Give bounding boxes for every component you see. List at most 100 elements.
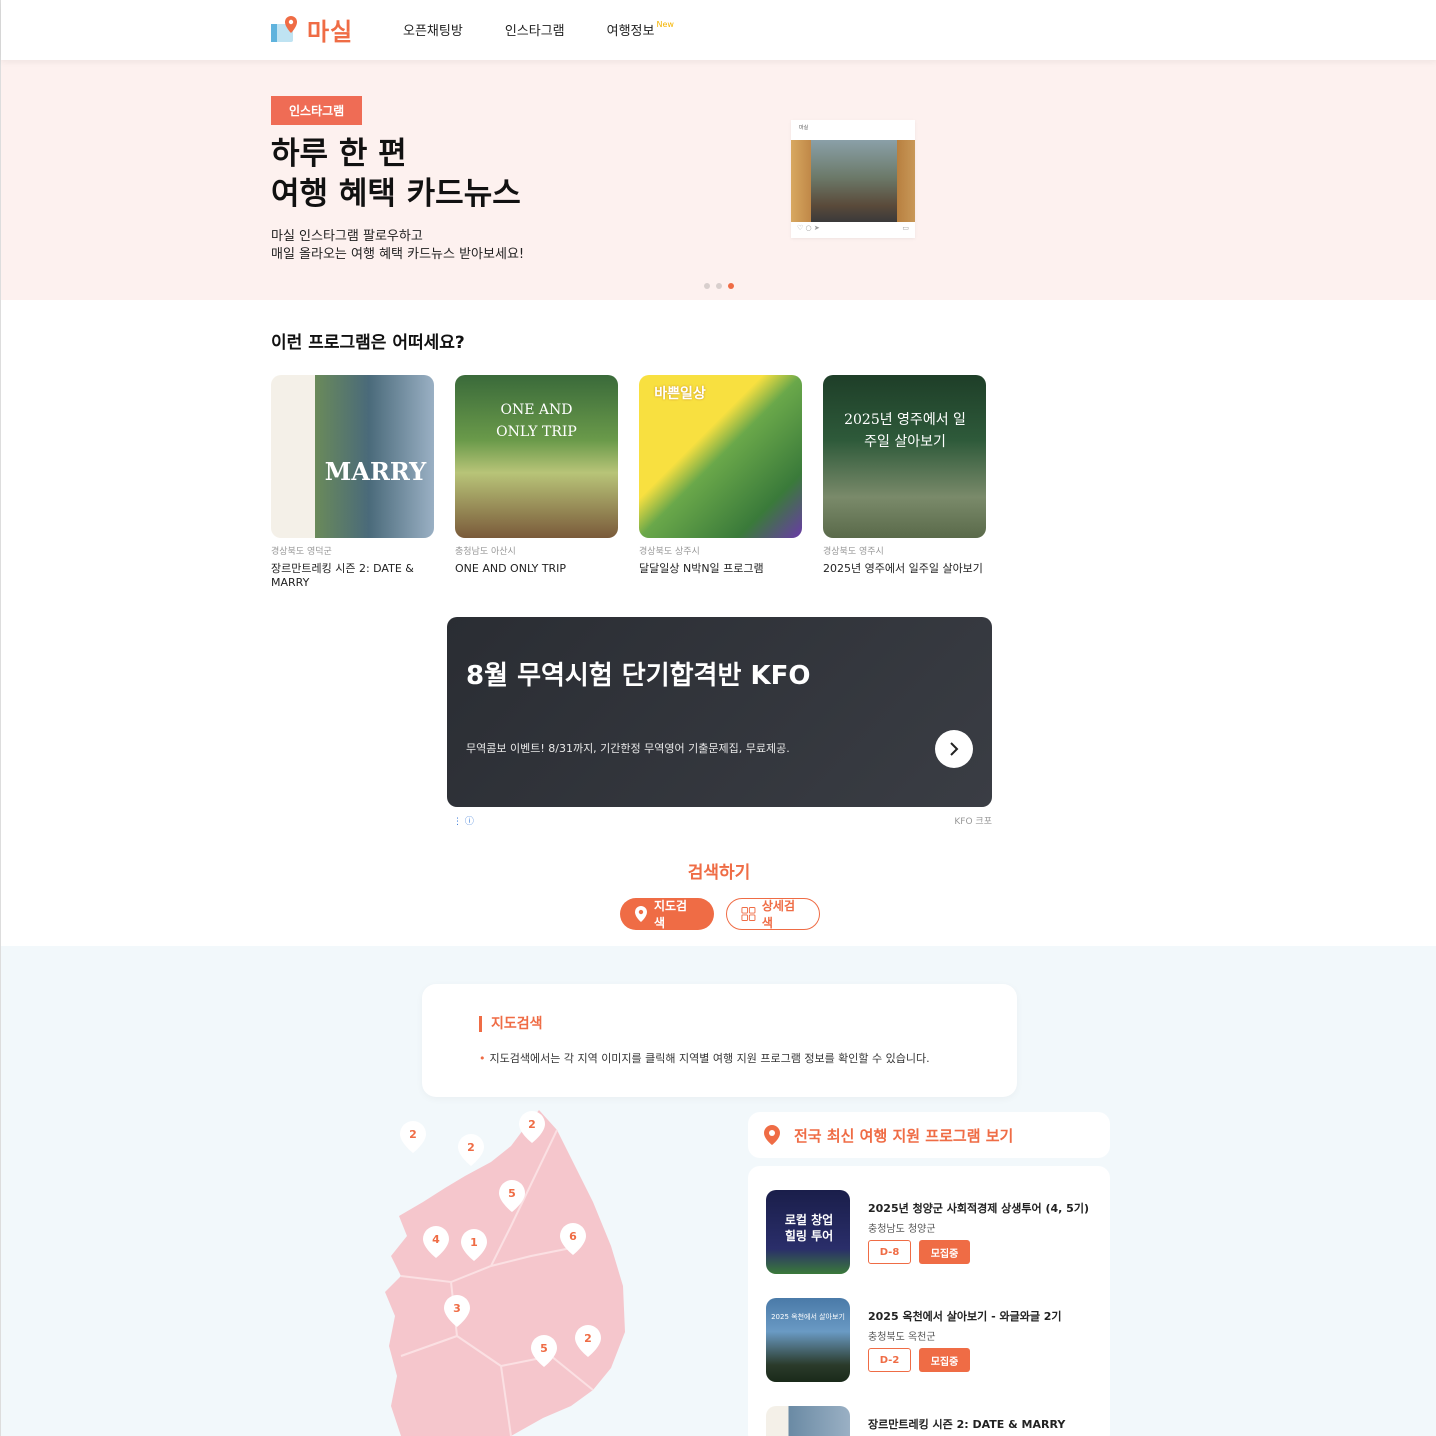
region-pin[interactable]: 2 xyxy=(518,1110,546,1144)
region-pin-count: 6 xyxy=(569,1230,577,1243)
region-pin[interactable]: 5 xyxy=(530,1334,558,1368)
carousel-dot[interactable] xyxy=(716,283,722,289)
carousel-dot[interactable] xyxy=(704,283,710,289)
program-name: 2025년 영주에서 일주일 살아보기 xyxy=(823,562,983,575)
carousel-dot-active[interactable] xyxy=(728,283,734,289)
program-image-text: 2025년 영주에서 일주일 살아보기 xyxy=(844,412,966,450)
nav-travel-info-label: 여행정보 xyxy=(606,24,655,39)
send-icon: ➤ xyxy=(813,224,820,232)
region-pin-count: 4 xyxy=(432,1233,440,1246)
latest-programs-title: 전국 최신 여행 지원 프로그램 보기 xyxy=(794,1126,1014,1145)
post-header: 마실 xyxy=(791,120,915,140)
comment-icon: ○ xyxy=(805,224,812,232)
program-image: 바쁜일상 xyxy=(639,375,802,538)
list-item-image xyxy=(766,1406,850,1436)
region-pin-count: 2 xyxy=(584,1332,592,1345)
program-card[interactable]: 2025년 영주에서 일주일 살아보기 경상북도 영주시 2025년 영주에서 … xyxy=(823,375,986,590)
region-pin[interactable]: 3 xyxy=(443,1294,471,1328)
post-account: 마실 xyxy=(799,125,809,131)
hero-tag: 인스타그램 xyxy=(271,96,363,125)
tab-map-search[interactable]: 지도검색 xyxy=(620,898,714,930)
program-card[interactable]: 바쁜일상 경상북도 상주시 달달일상 N박N일 프로그램 xyxy=(639,375,802,590)
ad-info-icon[interactable]: ⋮ ⓘ xyxy=(453,814,474,827)
nav-travel-info[interactable]: 여행정보 New xyxy=(607,20,674,39)
map-pin-icon xyxy=(634,906,647,922)
nav-instagram[interactable]: 인스타그램 xyxy=(505,20,565,39)
main-nav: 오픈채팅방 인스타그램 여행정보 New xyxy=(403,20,674,39)
map-info-title: 지도검색 xyxy=(479,1016,543,1032)
instagram-post-preview: 마실 ♡ ○ ➤ ▭ xyxy=(791,120,915,238)
program-image-text: MARRY xyxy=(324,457,427,486)
search-title: 검색하기 xyxy=(687,863,751,883)
ad-next-button[interactable] xyxy=(935,730,973,768)
program-image: 2025년 영주에서 일주일 살아보기 xyxy=(823,375,986,538)
program-card[interactable]: MARRY 경상북도 영덕군 장르만트레킹 시즌 2: DATE & MARRY xyxy=(271,375,434,590)
list-item-image-text: 2025 옥천에서 살아보기 xyxy=(771,1313,845,1321)
tab-map-search-label: 지도검색 xyxy=(653,899,688,930)
list-item-image: 2025 옥천에서 살아보기 xyxy=(766,1298,850,1382)
status-badge: 모집중 xyxy=(919,1240,970,1264)
program-image-text: ONE AND ONLY TRIP xyxy=(496,402,577,440)
hero-title: 하루 한 편 여행 혜택 카드뉴스 xyxy=(271,136,521,212)
list-item-title: 2025년 청양군 사회적경제 상생투어 (4, 5기) xyxy=(868,1202,1089,1215)
ad-description: 무역콤보 이벤트! 8/31까지, 기간한정 무역영어 기출문제집, 무료제공. xyxy=(466,742,790,755)
region-pin-count: 5 xyxy=(540,1342,548,1355)
list-item-title: 장르만트레킹 시즌 2: DATE & MARRY xyxy=(868,1418,1066,1431)
bookmark-icon: ▭ xyxy=(902,224,909,232)
region-pin[interactable]: 4 xyxy=(422,1225,450,1259)
post-image xyxy=(791,140,915,222)
ad-brand: KFO 크포 xyxy=(954,817,992,827)
list-item-title: 2025 옥천에서 살아보기 - 와글와글 2기 xyxy=(868,1310,1062,1323)
korea-map[interactable]: 2 2 2 5 4 1 6 3 5 2 xyxy=(361,1106,719,1436)
region-pin[interactable]: 1 xyxy=(460,1228,488,1262)
region-pin-count: 3 xyxy=(453,1302,461,1315)
ad-banner[interactable]: 8월 무역시험 단기합격반 KFO 무역콤보 이벤트! 8/31까지, 기간한정… xyxy=(447,617,992,807)
tab-detail-search[interactable]: 상세검색 xyxy=(726,898,820,930)
region-pin-count: 2 xyxy=(528,1118,536,1131)
region-pin[interactable]: 6 xyxy=(559,1222,587,1256)
region-pin-count: 2 xyxy=(409,1128,417,1141)
program-image: ONE AND ONLY TRIP xyxy=(455,375,618,538)
carousel-dots xyxy=(704,283,734,289)
region-pin[interactable]: 2 xyxy=(574,1324,602,1358)
program-region: 경상북도 상주시 xyxy=(639,547,700,557)
programs-title: 이런 프로그램은 어떠세요? xyxy=(271,333,465,353)
korea-map-shape xyxy=(385,1110,719,1436)
region-pin-count: 5 xyxy=(508,1187,516,1200)
dday-badge: D-8 xyxy=(868,1240,911,1264)
program-region: 경상북도 영주시 xyxy=(823,547,884,557)
list-item[interactable]: 2025 옥천에서 살아보기 2025 옥천에서 살아보기 - 와글와글 2기 … xyxy=(766,1298,1096,1382)
logo[interactable]: 마실 xyxy=(269,12,353,47)
map-info-box: 지도검색 • 지도검색에서는 각 지역 이미지를 클릭해 지역별 여행 지원 프로… xyxy=(422,984,1017,1097)
list-item-badges: D-8 모집중 xyxy=(868,1240,970,1264)
hero-banner[interactable]: 인스타그램 하루 한 편 여행 혜택 카드뉴스 마실 인스타그램 팔로우하고 매… xyxy=(1,60,1436,300)
region-pin[interactable]: 2 xyxy=(457,1133,485,1167)
search-tabs: 지도검색 상세검색 xyxy=(620,898,820,930)
region-pin[interactable]: 2 xyxy=(399,1120,427,1154)
program-image: MARRY xyxy=(271,375,434,538)
site-header: 마실 오픈채팅방 인스타그램 여행정보 New xyxy=(1,0,1436,60)
list-item-image: 로컬 창업 힐링 투어 xyxy=(766,1190,850,1274)
program-card[interactable]: ONE AND ONLY TRIP 충청남도 아산시 ONE AND ONLY … xyxy=(455,375,618,590)
region-pin[interactable]: 5 xyxy=(498,1179,526,1213)
post-actions: ♡ ○ ➤ ▭ xyxy=(791,222,915,238)
hero-subtitle: 마실 인스타그램 팔로우하고 매일 올라오는 여행 혜택 카드뉴스 받아보세요! xyxy=(271,229,525,262)
grid-icon xyxy=(741,907,756,921)
list-item[interactable]: 로컬 창업 힐링 투어 2025년 청양군 사회적경제 상생투어 (4, 5기)… xyxy=(766,1190,1096,1274)
tab-detail-search-label: 상세검색 xyxy=(761,899,796,930)
nav-open-chat[interactable]: 오픈채팅방 xyxy=(403,20,463,39)
region-pin-count: 2 xyxy=(467,1141,475,1154)
list-item-region: 충청남도 청양군 xyxy=(868,1224,936,1235)
program-list: MARRY 경상북도 영덕군 장르만트레킹 시즌 2: DATE & MARRY… xyxy=(271,375,986,590)
latest-programs-header[interactable]: 전국 최신 여행 지원 프로그램 보기 xyxy=(748,1112,1110,1158)
dday-badge: D-2 xyxy=(868,1348,911,1372)
map-section: 지도검색 • 지도검색에서는 각 지역 이미지를 클릭해 지역별 여행 지원 프로… xyxy=(1,946,1436,1436)
chevron-right-icon xyxy=(950,742,959,756)
list-item-image-text: 로컬 창업 힐링 투어 xyxy=(784,1213,834,1243)
program-name: 달달일상 N박N일 프로그램 xyxy=(639,562,764,575)
program-region: 충청남도 아산시 xyxy=(455,547,516,557)
region-pin-count: 1 xyxy=(470,1236,478,1249)
list-item[interactable]: 장르만트레킹 시즌 2: DATE & MARRY xyxy=(766,1406,1096,1436)
map-info-text: • 지도검색에서는 각 지역 이미지를 클릭해 지역별 여행 지원 프로그램 정보… xyxy=(479,1050,930,1066)
program-name: ONE AND ONLY TRIP xyxy=(455,562,567,575)
